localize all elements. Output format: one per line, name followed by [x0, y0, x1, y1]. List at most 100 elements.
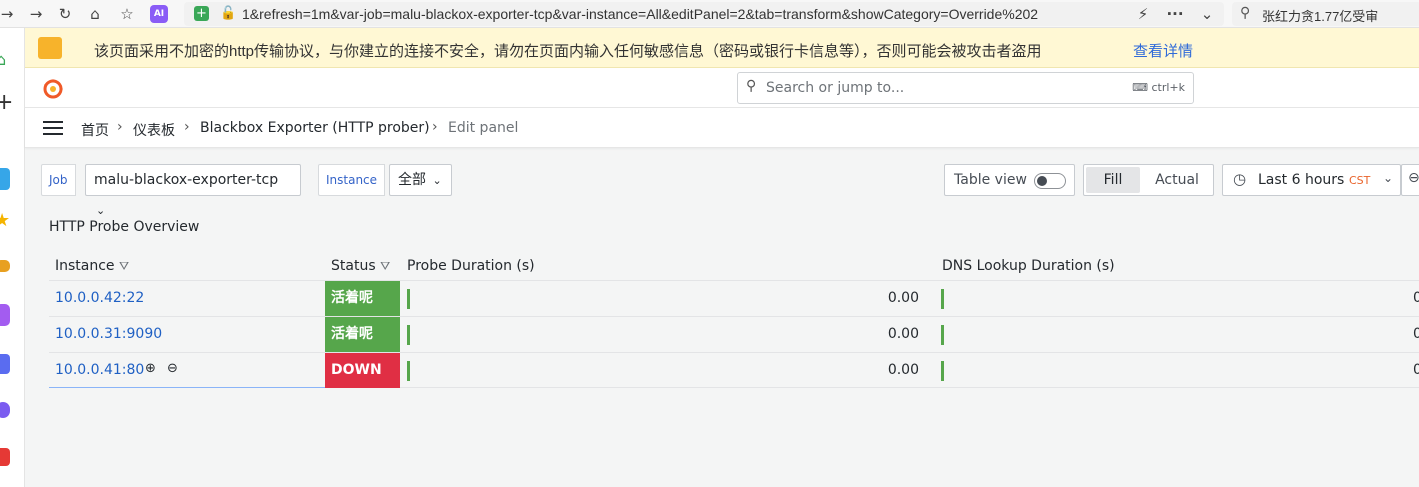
ai-app-icon[interactable] — [0, 304, 10, 326]
search-icon: ⚲ — [1240, 5, 1251, 21]
extension-plus-icon[interactable]: + — [194, 6, 209, 21]
instance-cell[interactable]: 10.0.0.42:22 — [55, 290, 144, 306]
zoom-out-icon: ⊖ — [1408, 170, 1419, 186]
table-row: 10.0.0.41:80 ⊕ ⊖ DOWN 0.00 0 — [49, 352, 1419, 388]
breadcrumb-dashboards[interactable]: 仪表板 — [133, 120, 175, 140]
status-cell: DOWN — [325, 353, 400, 388]
insecure-warning-banner: 该页面采用不加密的http传输协议，与你建立的连接不安全，请勿在页面内输入任何敏… — [25, 28, 1419, 68]
url-text[interactable]: 1&refresh=1m&var-job=malu-blackox-export… — [242, 6, 1038, 22]
chevron-down-icon: ⌄ — [432, 174, 442, 187]
breadcrumb-bar: 首页 › 仪表板 › Blackbox Exporter (HTTP probe… — [25, 108, 1419, 148]
breadcrumb-home[interactable]: 首页 — [81, 120, 109, 140]
instance-variable-select[interactable]: 全部 ⌄ — [389, 164, 452, 196]
actual-button[interactable]: Actual — [1142, 167, 1212, 193]
clock-icon: ◷ — [1233, 170, 1247, 188]
toggle-switch[interactable] — [1034, 173, 1066, 189]
column-header-probe-duration[interactable]: Probe Duration (s) — [407, 258, 535, 274]
instance-value: 全部 — [398, 172, 426, 188]
time-range-picker[interactable]: ◷ Last 6 hours CST ⌄ — [1222, 164, 1401, 196]
robot-app-icon[interactable] — [0, 260, 10, 272]
probe-duration-value: 0.00 — [887, 362, 919, 378]
chat-app-icon[interactable] — [0, 402, 10, 418]
search-placeholder: Search or jump to... — [766, 80, 905, 96]
chevron-down-icon: ⌄ — [1383, 171, 1394, 185]
job-variable-label: Job — [41, 164, 76, 196]
search-input[interactable]: ⚲ Search or jump to... ⌨ ctrl+k — [737, 72, 1194, 104]
dns-duration-gauge — [937, 321, 1407, 349]
filter-for-value-zoom-in-icon[interactable]: ⊕ — [145, 361, 156, 376]
column-header-instance-label: Instance — [55, 258, 115, 274]
table-view-label: Table view — [954, 172, 1027, 188]
browser-search-box[interactable]: ⚲ 张红力贪1.77亿受审 — [1232, 2, 1419, 26]
app-shortcut-icon[interactable] — [0, 168, 10, 190]
fill-actual-switch: Fill Actual — [1083, 164, 1214, 196]
browser-sidebar: ⌂ + ★ — [0, 28, 25, 487]
dns-duration-value: 0 — [1413, 326, 1419, 342]
job-variable-select[interactable]: malu-blackox-exporter-tcp ⌄ — [85, 164, 301, 217]
star-app-icon[interactable]: ★ — [0, 210, 10, 231]
menu-icon[interactable] — [43, 121, 63, 135]
breadcrumb-dashboard[interactable]: Blackbox Exporter (HTTP prober) — [200, 120, 430, 136]
filter-out-value-zoom-out-icon[interactable]: ⊖ — [167, 361, 178, 376]
chevron-right-icon: › — [432, 119, 438, 135]
filter-icon[interactable]: ⛛ — [380, 259, 390, 273]
column-header-status-label: Status — [331, 258, 376, 274]
table-view-toggle[interactable]: Table view — [944, 164, 1075, 196]
breadcrumb-current: Edit panel — [448, 120, 519, 136]
probe-duration-value: 0.00 — [887, 290, 919, 306]
probe-duration-gauge — [403, 357, 823, 385]
warning-details-link[interactable]: 查看详情 — [1133, 40, 1193, 61]
timezone-badge: CST — [1349, 174, 1371, 187]
table-row: 10.0.0.31:9090 活着呢 0.00 0 — [49, 316, 1419, 352]
gauge-bar — [941, 361, 944, 381]
chart-app-icon[interactable] — [0, 354, 10, 374]
lightning-icon[interactable]: ⚡ — [1134, 5, 1152, 23]
address-bar[interactable]: + 🔓 1&refresh=1m&var-job=malu-blackox-ex… — [184, 2, 1224, 26]
warning-text: 该页面采用不加密的http传输协议，与你建立的连接不安全，请勿在页面内输入任何敏… — [94, 43, 1042, 60]
column-header-status[interactable]: Status ⛛ — [331, 258, 390, 274]
filter-icon[interactable]: ⛛ — [119, 259, 129, 273]
gauge-bar — [407, 325, 410, 345]
browser-search-text: 张红力贪1.77亿受审 — [1262, 9, 1379, 24]
ai-assistant-icon[interactable]: AI — [150, 5, 168, 23]
probe-duration-value: 0.00 — [887, 326, 919, 342]
add-icon[interactable]: + — [0, 90, 13, 115]
status-cell: 活着呢 — [325, 317, 400, 352]
dns-duration-value: 0 — [1413, 290, 1419, 306]
instance-cell[interactable]: 10.0.0.31:9090 — [55, 326, 162, 342]
time-range-label: Last 6 hours — [1258, 172, 1345, 188]
fill-button[interactable]: Fill — [1086, 167, 1140, 193]
toggle-knob — [1037, 176, 1047, 186]
grafana-logo-icon[interactable] — [41, 77, 65, 101]
gauge-bar — [407, 289, 410, 309]
forward-arrow-icon[interactable]: → — [0, 5, 16, 23]
back-arrow-icon[interactable]: → — [27, 5, 45, 23]
job-value: malu-blackox-exporter-tcp — [94, 172, 279, 188]
game-app-icon[interactable] — [0, 448, 10, 466]
grafana-top-nav: ⚲ Search or jump to... ⌨ ctrl+k — [25, 68, 1419, 108]
dns-duration-gauge — [937, 357, 1407, 385]
gauge-bar — [941, 289, 944, 309]
status-cell: 活着呢 — [325, 281, 400, 316]
insecure-lock-icon[interactable]: 🔓 — [220, 6, 236, 21]
instance-variable-label: Instance — [318, 164, 386, 196]
column-header-dns-duration[interactable]: DNS Lookup Duration (s) — [942, 258, 1115, 274]
search-icon: ⚲ — [746, 78, 757, 94]
probe-duration-gauge — [403, 321, 863, 349]
gauge-bar — [941, 325, 944, 345]
browser-toolbar: → → ↻ ⌂ ☆ AI + 🔓 1&refresh=1m&var-job=ma… — [0, 0, 1419, 28]
zoom-out-time-button[interactable]: ⊖ — [1401, 164, 1419, 196]
home-icon[interactable]: ⌂ — [0, 50, 6, 69]
home-icon[interactable]: ⌂ — [86, 5, 104, 23]
chevron-right-icon: › — [184, 119, 190, 135]
column-header-instance[interactable]: Instance ⛛ — [55, 258, 129, 274]
favorites-star-icon[interactable]: ☆ — [118, 5, 136, 23]
more-icon[interactable]: ··· — [1166, 5, 1184, 23]
panel-title: HTTP Probe Overview — [49, 219, 200, 235]
table-row: 10.0.0.42:22 活着呢 0.00 0 — [49, 280, 1419, 316]
gauge-bar — [407, 361, 410, 381]
chevron-right-icon: › — [117, 119, 123, 135]
instance-cell[interactable]: 10.0.0.41:80 — [55, 362, 144, 378]
reload-icon[interactable]: ↻ — [56, 5, 74, 23]
chevron-down-icon[interactable]: ⌄ — [1198, 5, 1216, 23]
